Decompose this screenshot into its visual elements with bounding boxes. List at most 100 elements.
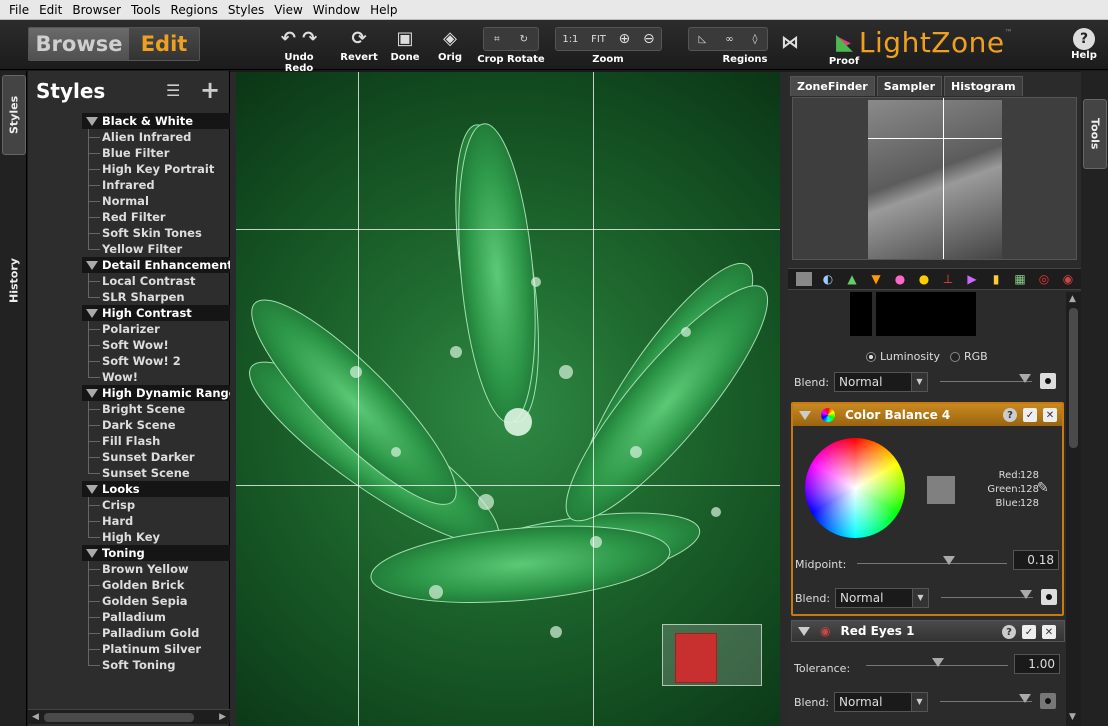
zoom-fit-button[interactable]: FIT: [591, 34, 606, 45]
menu-tools[interactable]: Tools: [131, 3, 161, 17]
revert-button[interactable]: ⟳ Revert: [338, 26, 380, 63]
style-item[interactable]: Normal: [102, 193, 230, 209]
midpoint-slider[interactable]: [857, 554, 1007, 565]
tone-mapper-icon[interactable]: ◐: [820, 272, 836, 286]
menu-window[interactable]: Window: [313, 3, 360, 17]
zoom-in-icon[interactable]: ⊕: [619, 31, 631, 47]
menu-file[interactable]: File: [9, 3, 29, 17]
style-item[interactable]: Hard: [102, 513, 230, 529]
style-item[interactable]: Blue Filter: [102, 145, 230, 161]
region-mode-button[interactable]: [1041, 589, 1057, 605]
menu-edit[interactable]: Edit: [39, 3, 62, 17]
style-category[interactable]: High Dynamic Range: [82, 385, 230, 401]
style-item[interactable]: Platinum Silver: [102, 641, 230, 657]
list-view-icon[interactable]: ☰: [166, 81, 180, 100]
style-category[interactable]: Black & White: [82, 113, 230, 129]
browse-mode-button[interactable]: Browse: [29, 28, 129, 60]
help-icon[interactable]: ?: [1002, 625, 1016, 639]
opacity-slider[interactable]: [940, 372, 1032, 383]
menu-styles[interactable]: Styles: [228, 3, 264, 17]
rotate-icon[interactable]: ↻: [520, 34, 528, 45]
style-item[interactable]: Golden Brick: [102, 577, 230, 593]
style-category[interactable]: Looks: [82, 481, 230, 497]
white-balance-icon[interactable]: ⊥: [940, 272, 956, 286]
orig-button[interactable]: ◈ Orig: [434, 26, 466, 63]
tolerance-input[interactable]: 1.00: [1014, 654, 1060, 674]
red-eye-icon[interactable]: ◉: [1060, 272, 1076, 286]
color-balance-icon[interactable]: ●: [916, 272, 932, 286]
style-item[interactable]: Brown Yellow: [102, 561, 230, 577]
region-overlay[interactable]: [662, 624, 762, 686]
opacity-slider[interactable]: [940, 692, 1032, 703]
tab-styles[interactable]: Styles: [2, 75, 26, 155]
style-item[interactable]: Dark Scene: [102, 417, 230, 433]
style-item[interactable]: High Key Portrait: [102, 161, 230, 177]
vertical-scrollbar[interactable]: ▲ ▼: [1066, 292, 1081, 726]
scroll-thumb[interactable]: [44, 713, 194, 722]
blend-select[interactable]: Normal ▼: [835, 588, 929, 608]
style-item[interactable]: Soft Skin Tones: [102, 225, 230, 241]
zone-mapper-icon[interactable]: [796, 272, 812, 286]
style-item[interactable]: Infrared: [102, 177, 230, 193]
style-item[interactable]: Fill Flash: [102, 433, 230, 449]
scroll-up-icon[interactable]: ▲: [1069, 294, 1076, 304]
slider-knob[interactable]: [1018, 694, 1031, 703]
region-mode-icon[interactable]: ⋈: [778, 30, 802, 56]
menu-regions[interactable]: Regions: [171, 3, 218, 17]
target-icon[interactable]: ◎: [1036, 272, 1052, 286]
slider-knob[interactable]: [1018, 374, 1031, 383]
rgb-radio[interactable]: RGB: [950, 350, 988, 363]
style-item[interactable]: Bright Scene: [102, 401, 230, 417]
style-item[interactable]: Crisp: [102, 497, 230, 513]
opacity-slider[interactable]: [941, 588, 1033, 599]
blend-select[interactable]: Normal ▼: [834, 372, 928, 392]
relight-icon[interactable]: ▲: [844, 272, 860, 286]
scroll-right-icon[interactable]: ▶: [219, 712, 226, 722]
collapse-icon[interactable]: [799, 410, 811, 420]
slider-knob[interactable]: [1019, 590, 1032, 599]
scroll-left-icon[interactable]: ◀: [32, 712, 39, 722]
midpoint-input[interactable]: 0.18: [1013, 550, 1059, 570]
style-item[interactable]: High Key: [102, 529, 230, 545]
style-category[interactable]: High Contrast: [82, 305, 230, 321]
slider-knob[interactable]: [932, 658, 944, 667]
color-wheel[interactable]: [805, 438, 905, 538]
tab-sampler[interactable]: Sampler: [876, 76, 943, 96]
image-canvas[interactable]: [236, 72, 780, 726]
style-item[interactable]: Palladium Gold: [102, 625, 230, 641]
blend-select[interactable]: Normal ▼: [834, 692, 928, 712]
style-item[interactable]: Sunset Darker: [102, 449, 230, 465]
style-item[interactable]: SLR Sharpen: [102, 289, 230, 305]
scroll-down-icon[interactable]: ▼: [1069, 712, 1076, 722]
help-button[interactable]: ? Help: [1066, 28, 1102, 61]
tab-zonefinder[interactable]: ZoneFinder: [790, 76, 875, 96]
luminosity-radio[interactable]: Luminosity: [866, 350, 940, 363]
scroll-thumb[interactable]: [1069, 308, 1078, 448]
style-item[interactable]: Palladium: [102, 609, 230, 625]
sharpen-icon[interactable]: ▼: [868, 272, 884, 286]
spline-region-icon[interactable]: ∞: [725, 34, 733, 45]
edit-mode-button[interactable]: Edit: [129, 28, 199, 60]
style-item[interactable]: Yellow Filter: [102, 241, 230, 257]
style-item[interactable]: Local Contrast: [102, 273, 230, 289]
close-icon[interactable]: ✕: [1042, 625, 1056, 639]
style-item[interactable]: Wow!: [102, 369, 230, 385]
color-balance-header[interactable]: Color Balance 4 ? ✓ ✕: [793, 404, 1062, 426]
hue-saturation-icon[interactable]: ●: [892, 272, 908, 286]
style-item[interactable]: Golden Sepia: [102, 593, 230, 609]
region-mode-button[interactable]: [1040, 693, 1056, 709]
region-mode-button[interactable]: [1040, 373, 1056, 389]
add-style-icon[interactable]: +: [200, 76, 220, 104]
zoom-1to1-button[interactable]: 1:1: [562, 34, 578, 45]
undo-redo-button[interactable]: ↶ ↷ Undo Redo: [270, 26, 328, 74]
close-icon[interactable]: ✕: [1043, 408, 1057, 422]
style-item[interactable]: Soft Wow!: [102, 337, 230, 353]
tab-tools[interactable]: Tools: [1083, 99, 1107, 169]
tolerance-slider[interactable]: [866, 656, 1008, 667]
style-category[interactable]: Detail Enhancement: [82, 257, 230, 273]
noise-icon[interactable]: ▶: [964, 272, 980, 286]
grain-icon[interactable]: ▦: [1012, 272, 1028, 286]
right-splitter[interactable]: [780, 72, 788, 726]
tab-history[interactable]: History: [2, 246, 26, 316]
help-icon[interactable]: ?: [1003, 408, 1017, 422]
